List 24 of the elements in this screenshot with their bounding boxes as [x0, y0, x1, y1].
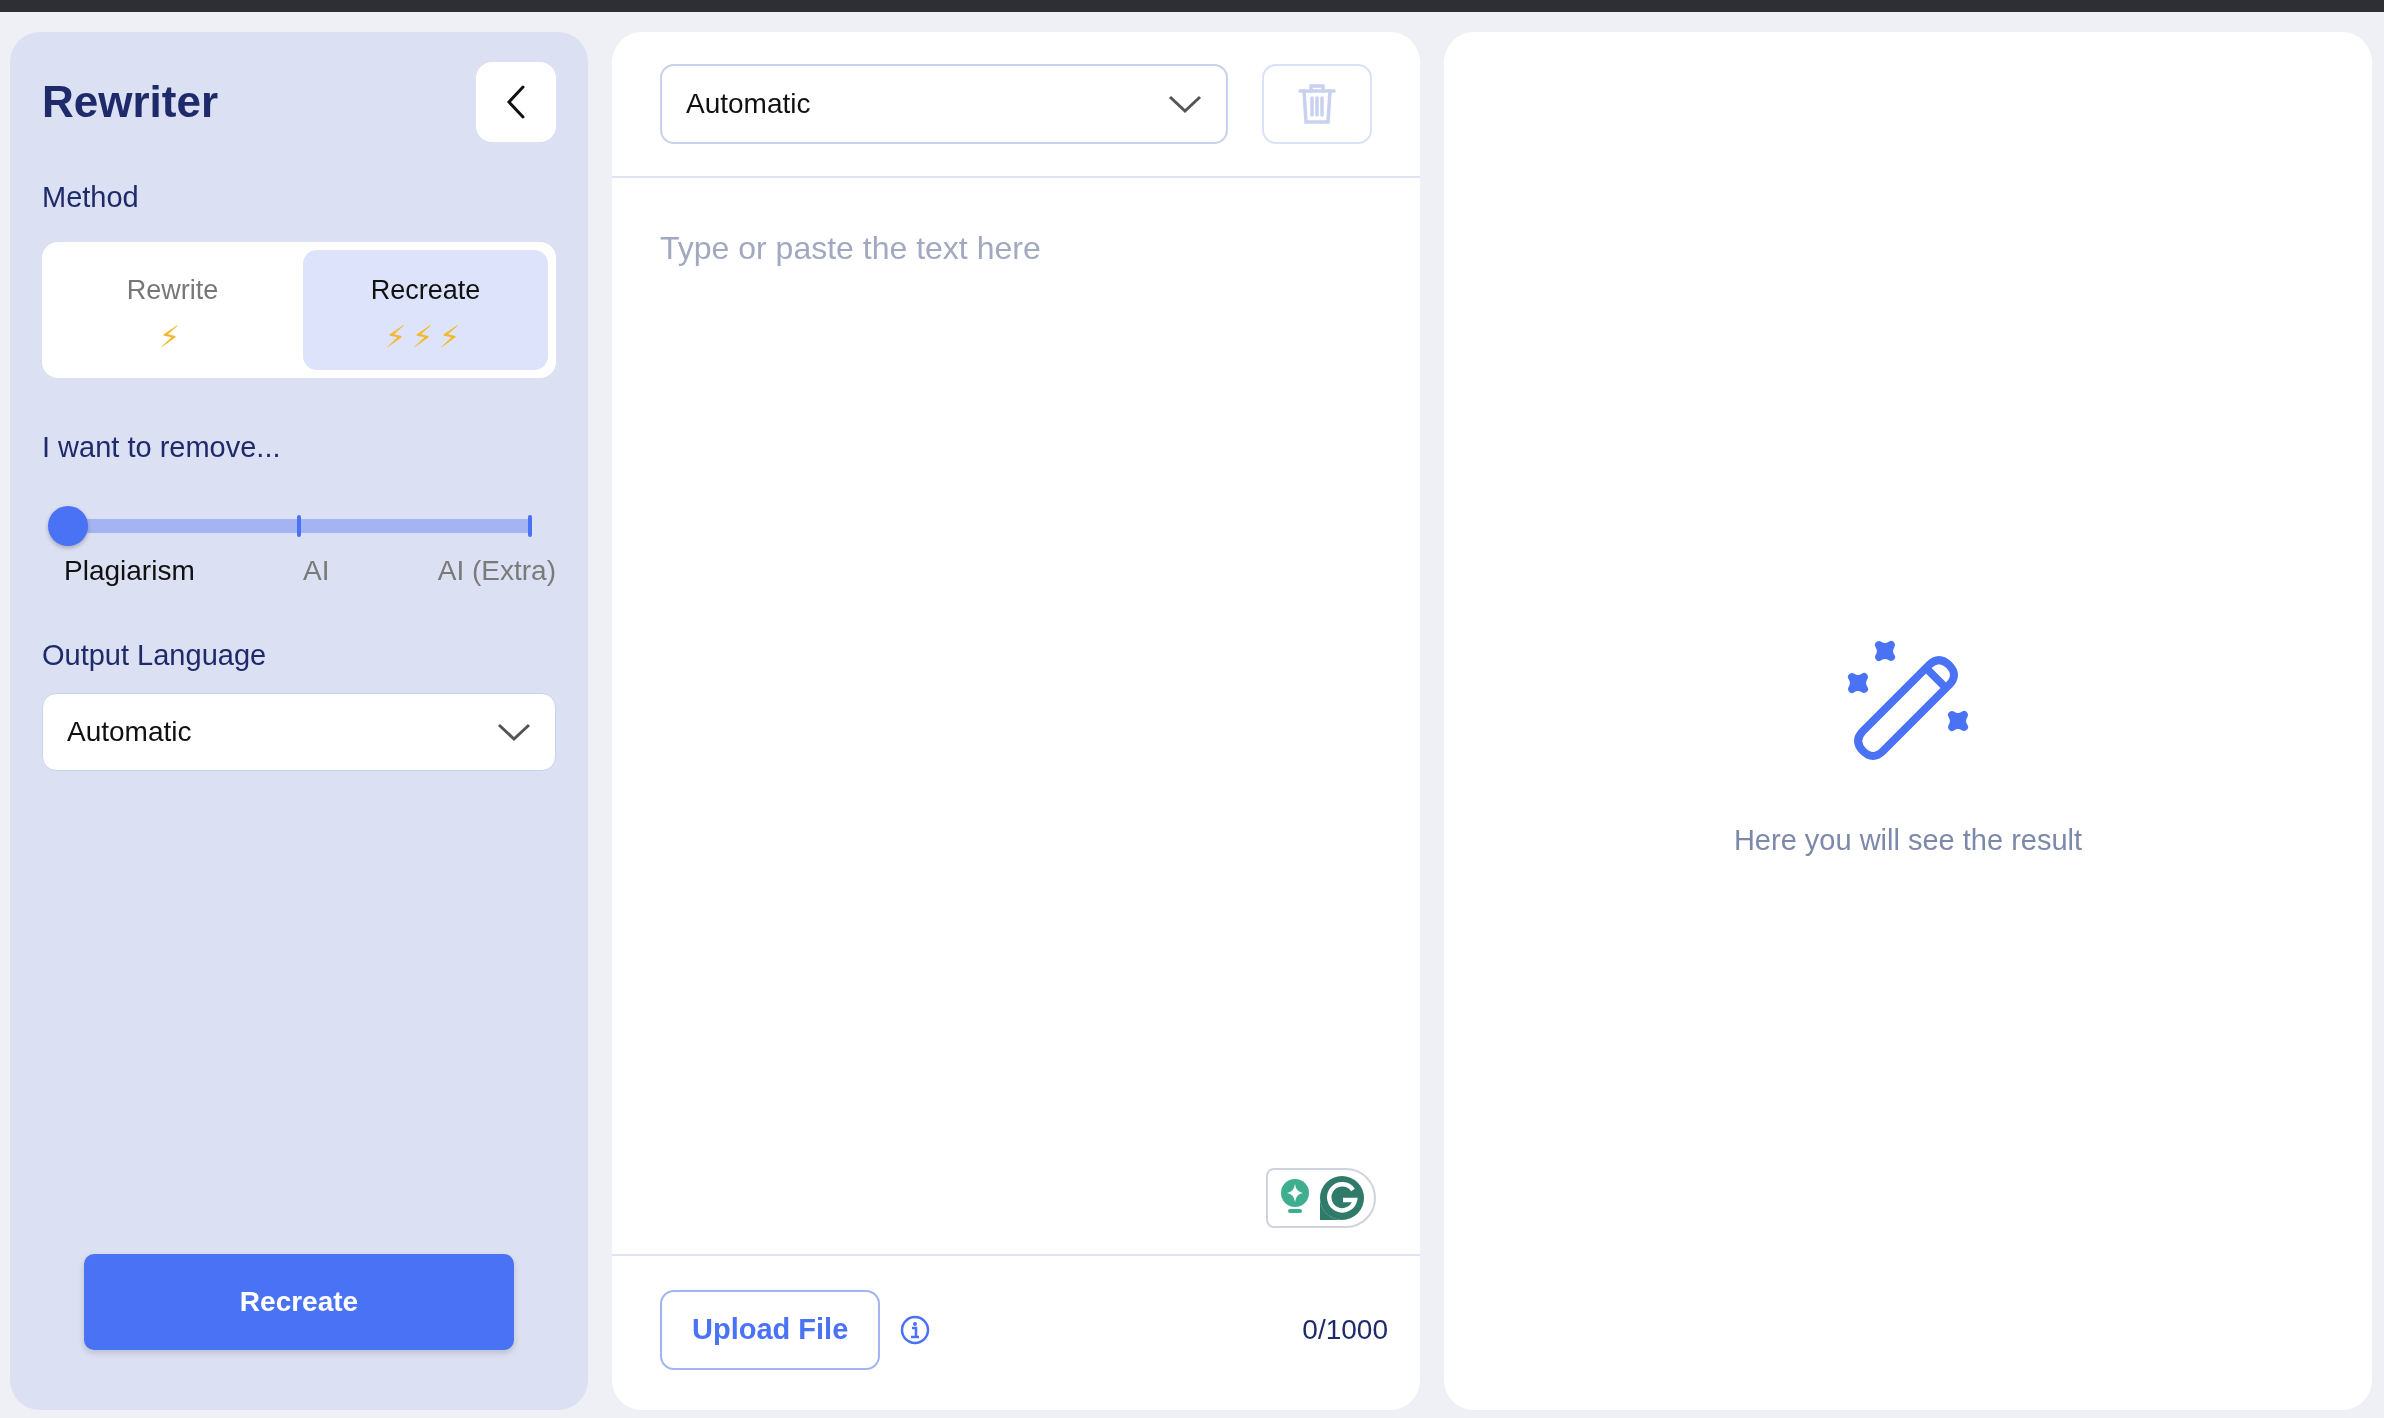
slider-stop-label[interactable]: Plagiarism — [64, 549, 195, 592]
info-icon[interactable] — [900, 1315, 931, 1345]
remove-label: I want to remove... — [42, 430, 282, 465]
method-label: Method — [42, 180, 140, 215]
method-option[interactable]: Recreate ⚡⚡⚡ — [303, 249, 548, 370]
trash-icon — [1297, 83, 1337, 125]
slider-thumb[interactable] — [48, 505, 88, 546]
chevron-down-icon — [497, 722, 531, 742]
text-input[interactable]: Type or paste the text here — [612, 178, 1420, 1254]
output-language-select[interactable]: Automatic — [42, 693, 556, 771]
recreate-button[interactable]: Recreate — [84, 1254, 514, 1350]
collapse-button[interactable] — [476, 62, 556, 142]
writing-assistant-widget[interactable] — [1266, 1168, 1376, 1228]
result-placeholder-text: Here you will see the result — [1733, 823, 2083, 859]
slider-stop-label[interactable]: AI — [303, 549, 330, 592]
character-counter: 0/1000 — [1302, 1313, 1388, 1347]
g-logo-icon — [1318, 1175, 1365, 1221]
chevron-left-icon — [505, 84, 527, 120]
output-language-label: Output Language — [42, 637, 268, 673]
panel-title: Rewriter — [42, 75, 219, 128]
language-select[interactable]: Automatic — [660, 64, 1228, 144]
chevron-down-icon — [1168, 94, 1202, 114]
slider-stop-label[interactable]: AI (Extra) — [437, 549, 556, 592]
upload-file-button[interactable]: Upload File — [660, 1290, 881, 1370]
